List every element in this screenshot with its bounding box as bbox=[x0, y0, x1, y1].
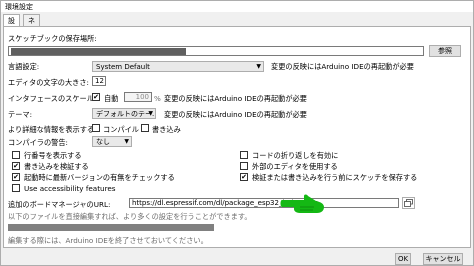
theme-label: テーマ: bbox=[8, 110, 32, 119]
chevron-down-icon: ▼ bbox=[124, 138, 129, 145]
window-list-icon bbox=[404, 199, 413, 207]
redacted-preferences-path bbox=[8, 224, 214, 231]
language-note: 変更の反映にはArduino IDEの再起動が必要 bbox=[271, 62, 414, 71]
theme-select-value: デフォルトのテー... bbox=[96, 110, 156, 118]
external-editor-checkbox[interactable] bbox=[240, 162, 248, 170]
scale-note: 変更の反映にはArduino IDEの再起動が必要 bbox=[164, 94, 307, 103]
save-on-verify-checkbox[interactable]: ✔ bbox=[240, 173, 248, 181]
verify-upload-checkbox[interactable]: ✔ bbox=[12, 162, 20, 170]
board-manager-url-input[interactable]: https://dl.espressif.com/dl/package_esp3… bbox=[129, 198, 399, 208]
check-updates-checkbox[interactable]: ✔ bbox=[12, 173, 20, 181]
external-editor-label: 外部のエディタを使用する bbox=[252, 162, 338, 171]
font-size-label: エディタの文字の大きさ: bbox=[8, 78, 89, 87]
compiler-warnings-select[interactable]: なし ▼ bbox=[92, 136, 132, 147]
verbose-upload-label: 書き込み bbox=[152, 125, 181, 134]
font-size-input[interactable]: 12 bbox=[92, 76, 106, 86]
browse-button[interactable]: 参照 bbox=[429, 45, 461, 57]
verbose-upload-checkbox[interactable] bbox=[141, 124, 149, 132]
pointing-hand-icon bbox=[280, 194, 324, 213]
chevron-down-icon: ▼ bbox=[148, 110, 153, 117]
save-on-verify-label: 検証または書き込みを行う前にスケッチを保存する bbox=[252, 173, 418, 182]
board-manager-url-label: 追加のボードマネージャのURL: bbox=[8, 200, 111, 209]
language-select-value: System Default bbox=[96, 63, 150, 71]
ok-button[interactable]: OK bbox=[395, 253, 411, 265]
line-numbers-label: 行番号を表示する bbox=[24, 151, 82, 160]
scale-unit: % bbox=[154, 94, 161, 103]
scale-input[interactable]: 100 bbox=[124, 92, 152, 102]
line-numbers-checkbox[interactable] bbox=[12, 151, 20, 159]
theme-select[interactable]: デフォルトのテー... ▼ bbox=[92, 108, 156, 119]
url-list-button[interactable] bbox=[402, 197, 415, 209]
verbose-label: より詳細な情報を表示する: bbox=[8, 125, 97, 134]
theme-note: 変更の反映にはArduino IDEの再起動が必要 bbox=[164, 110, 307, 119]
verify-upload-label: 書き込みを検証する bbox=[24, 162, 89, 171]
window-title: 環境設定 bbox=[5, 3, 33, 11]
auto-scale-label: 自動 bbox=[104, 94, 119, 103]
code-folding-label: コードの折り返しを有効に bbox=[252, 151, 339, 160]
accessibility-checkbox[interactable] bbox=[12, 184, 20, 192]
auto-scale-checkbox[interactable]: ✔ bbox=[92, 93, 100, 101]
settings-panel: スケッチブックの保存場所: 参照 言語設定: System Default ▼ … bbox=[3, 26, 471, 248]
redacted-path bbox=[11, 48, 186, 55]
verbose-compile-checkbox[interactable] bbox=[92, 124, 100, 132]
accessibility-label: Use accessibility features bbox=[24, 184, 116, 193]
verbose-compile-label: コンパイル bbox=[103, 125, 139, 134]
sketchbook-label: スケッチブックの保存場所: bbox=[8, 34, 97, 43]
interface-scale-label: インタフェースのスケール: bbox=[8, 94, 97, 103]
compiler-warnings-label: コンパイラの警告: bbox=[8, 138, 68, 147]
edit-hint: 以下のファイルを直接編集すれば、より多くの設定を行うことができます。 bbox=[8, 212, 252, 221]
chevron-down-icon: ▼ bbox=[256, 63, 261, 70]
footer-note: 編集する際には、Arduino IDEを終了させておいてください。 bbox=[8, 236, 208, 245]
language-label: 言語設定: bbox=[8, 62, 40, 71]
code-folding-checkbox[interactable] bbox=[240, 151, 248, 159]
title-bar: 環境設定 bbox=[1, 1, 473, 12]
compiler-warnings-value: なし bbox=[96, 138, 110, 146]
sketchbook-path-input[interactable] bbox=[8, 46, 424, 56]
language-select[interactable]: System Default ▼ bbox=[92, 61, 264, 72]
cancel-button[interactable]: キャンセル bbox=[423, 253, 463, 265]
check-updates-label: 起動時に最新バージョンの有無をチェックする bbox=[24, 173, 175, 182]
preferences-window: 環境設定 設定 ネットワーク スケッチブックの保存場所: 参照 言語設定: Sy… bbox=[0, 0, 474, 266]
